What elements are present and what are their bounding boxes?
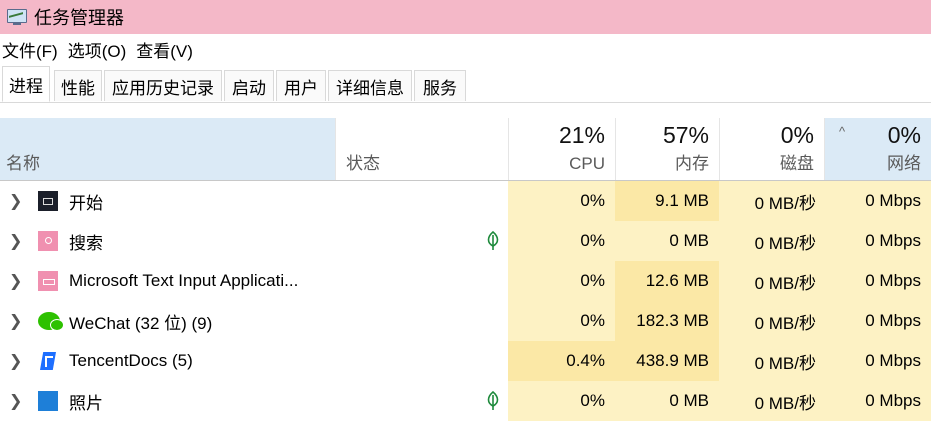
process-memory: 0 MB — [615, 221, 719, 261]
column-network[interactable]: ^ 0% 网络 — [824, 118, 931, 180]
process-status — [335, 261, 508, 301]
process-disk: 0 MB/秒 — [719, 181, 824, 221]
efficiency-leaf-icon — [486, 231, 500, 251]
process-memory: 12.6 MB — [615, 261, 719, 301]
process-cpu: 0% — [508, 181, 615, 221]
expand-chevron-icon[interactable]: ❯ — [9, 341, 22, 381]
process-status — [335, 221, 508, 261]
tencent-docs-icon — [38, 351, 58, 371]
photos-icon — [38, 391, 58, 411]
expand-chevron-icon[interactable]: ❯ — [9, 301, 22, 341]
tab-details[interactable]: 详细信息 — [328, 70, 412, 101]
process-memory: 438.9 MB — [615, 341, 719, 381]
process-row[interactable]: ❯ Microsoft Text Input Applicati... 0% 12.6… — [0, 261, 931, 301]
process-memory: 9.1 MB — [615, 181, 719, 221]
process-name: 开始 — [69, 193, 103, 213]
tab-users[interactable]: 用户 — [276, 70, 326, 101]
title-bar: 任务管理器 — [0, 0, 931, 34]
process-name: WeChat (32 位) (9) — [69, 313, 213, 333]
process-row[interactable]: ❯ 开始 0% 9.1 MB 0 MB/秒 0 Mbps — [0, 181, 931, 221]
expand-chevron-icon[interactable]: ❯ — [9, 221, 22, 261]
column-status-label: 状态 — [346, 154, 380, 173]
column-memory-label: 内存 — [675, 154, 709, 173]
process-memory: 0 MB — [615, 381, 719, 421]
process-status — [335, 341, 508, 381]
task-manager-icon — [6, 8, 28, 26]
tab-startup[interactable]: 启动 — [224, 70, 274, 101]
process-status — [335, 381, 508, 421]
process-name: TencentDocs (5) — [69, 351, 193, 370]
cpu-total-percent: 21% — [558, 122, 605, 148]
sort-ascending-icon: ^ — [839, 124, 846, 139]
expand-chevron-icon[interactable]: ❯ — [9, 181, 22, 221]
efficiency-leaf-icon — [486, 391, 500, 411]
column-header: 名称 状态 21% CPU 57% 内存 0% 磁盘 ^ 0% 网络 — [0, 118, 931, 181]
process-network: 0 Mbps — [824, 381, 931, 421]
column-name[interactable]: 名称 — [0, 118, 335, 180]
menu-file[interactable]: 文件(F) — [0, 37, 60, 62]
window-title: 任务管理器 — [34, 8, 124, 28]
process-name: 搜索 — [69, 233, 103, 253]
process-name: Microsoft Text Input Applicati... — [69, 271, 299, 290]
process-row[interactable]: ❯ WeChat (32 位) (9) 0% 182.3 MB 0 MB/秒 0 Mbps — [0, 301, 931, 341]
wechat-icon — [38, 312, 64, 331]
menu-options[interactable]: 选项(O) — [66, 37, 129, 62]
process-name: 照片 — [69, 393, 103, 413]
process-network: 0 Mbps — [824, 341, 931, 381]
process-memory: 182.3 MB — [615, 301, 719, 341]
column-disk-label: 磁盘 — [780, 154, 814, 173]
process-network: 0 Mbps — [824, 181, 931, 221]
tab-bar: 进程 性能 应用历史记录 启动 用户 详细信息 服务 — [0, 64, 931, 103]
expand-chevron-icon[interactable]: ❯ — [9, 261, 22, 301]
process-row[interactable]: ❯ 搜索 0% 0 MB 0 MB/秒 0 Mbps — [0, 221, 931, 261]
process-row[interactable]: ❯ TencentDocs (5) 0.4% 438.9 MB 0 MB/秒 0 Mbps — [0, 341, 931, 381]
process-disk: 0 MB/秒 — [719, 261, 824, 301]
menu-bar: 文件(F) 选项(O) 查看(V) — [0, 34, 931, 64]
process-cpu: 0.4% — [508, 341, 615, 381]
column-name-label: 名称 — [6, 154, 40, 173]
tab-performance[interactable]: 性能 — [54, 70, 102, 101]
column-status[interactable]: 状态 — [335, 118, 508, 180]
column-cpu-label: CPU — [569, 154, 605, 173]
process-row[interactable]: ❯ 照片 0% 0 MB 0 MB/秒 0 Mbps — [0, 381, 931, 421]
tab-services[interactable]: 服务 — [414, 70, 466, 101]
column-network-label: 网络 — [887, 154, 921, 173]
memory-total-percent: 57% — [662, 122, 709, 148]
column-memory[interactable]: 57% 内存 — [615, 118, 719, 180]
column-cpu[interactable]: 21% CPU — [508, 118, 615, 180]
process-disk: 0 MB/秒 — [719, 381, 824, 421]
menu-view[interactable]: 查看(V) — [134, 37, 195, 62]
tab-processes[interactable]: 进程 — [2, 66, 50, 102]
tab-app-history[interactable]: 应用历史记录 — [104, 70, 222, 101]
search-app-icon — [38, 231, 58, 251]
expand-chevron-icon[interactable]: ❯ — [9, 381, 22, 421]
process-disk: 0 MB/秒 — [719, 341, 824, 381]
process-disk: 0 MB/秒 — [719, 301, 824, 341]
column-disk[interactable]: 0% 磁盘 — [719, 118, 824, 180]
process-status — [335, 181, 508, 221]
start-menu-icon — [38, 191, 58, 211]
process-cpu: 0% — [508, 381, 615, 421]
process-disk: 0 MB/秒 — [719, 221, 824, 261]
process-status — [335, 301, 508, 341]
process-cpu: 0% — [508, 261, 615, 301]
process-cpu: 0% — [508, 301, 615, 341]
disk-total-percent: 0% — [780, 122, 814, 148]
text-input-app-icon — [38, 271, 58, 291]
process-network: 0 Mbps — [824, 301, 931, 341]
process-network: 0 Mbps — [824, 221, 931, 261]
process-network: 0 Mbps — [824, 261, 931, 301]
process-cpu: 0% — [508, 221, 615, 261]
network-total-percent: 0% — [887, 122, 921, 148]
